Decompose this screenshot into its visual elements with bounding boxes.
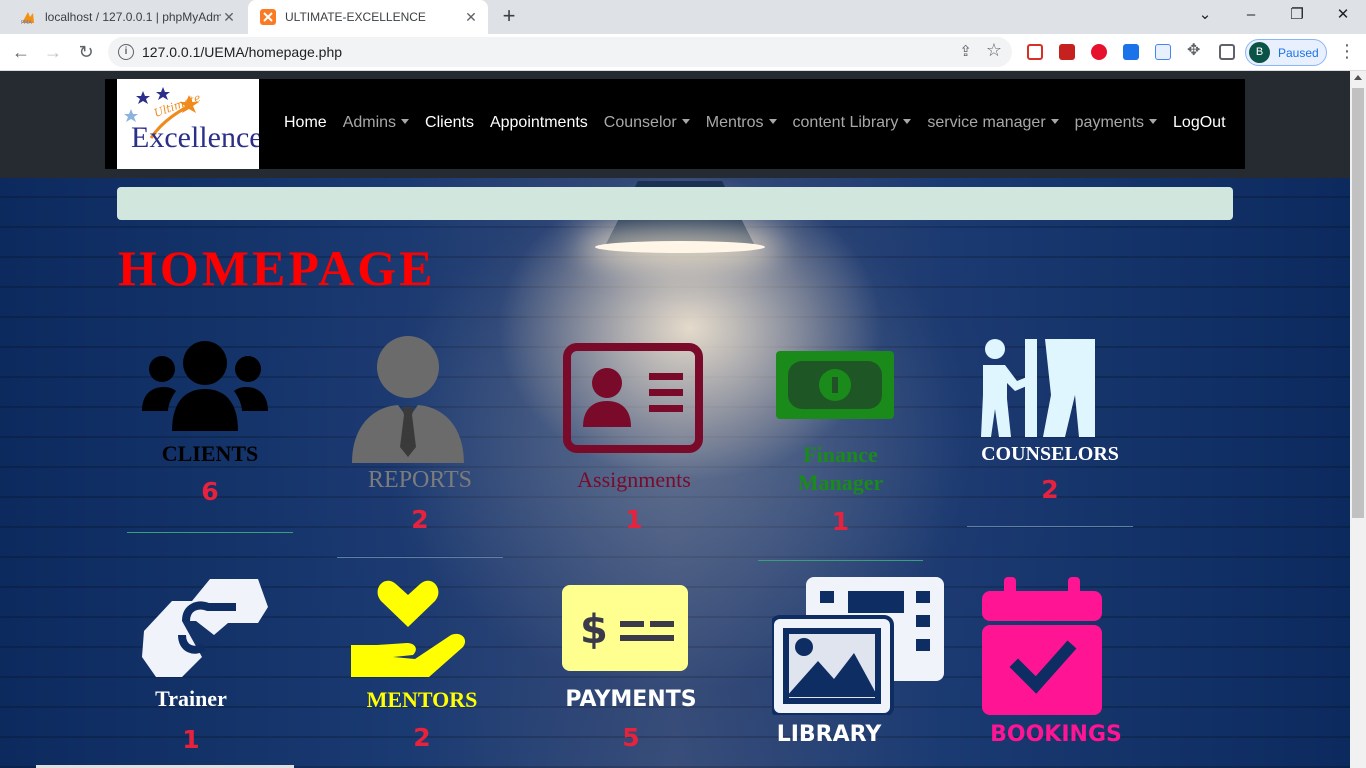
xampp-favicon-icon xyxy=(260,9,276,25)
nav-logout[interactable]: LogOut xyxy=(1173,114,1225,132)
scrollbar-thumb[interactable] xyxy=(1352,88,1364,518)
card-counselors[interactable]: COUNSELORS 2 xyxy=(967,335,1133,535)
nav-service-manager-dropdown[interactable]: service manager xyxy=(927,114,1058,132)
todoist-extension-icon[interactable] xyxy=(1027,44,1043,60)
card-divider xyxy=(758,560,923,561)
card-reports[interactable]: REPORTS 2 xyxy=(337,335,503,560)
person-booth-icon xyxy=(981,339,1095,437)
card-label: COUNSELORS xyxy=(981,443,1119,465)
google-extension-icon[interactable] xyxy=(1155,44,1171,60)
nav-admins-dropdown[interactable]: Admins xyxy=(343,114,409,132)
nav-appointments[interactable]: Appointments xyxy=(490,114,588,132)
reload-button[interactable]: ↻ xyxy=(74,40,98,64)
url-text[interactable]: 127.0.0.1/UEMA/homepage.php xyxy=(142,44,342,60)
nav-counselor-dropdown[interactable]: Counselor xyxy=(604,114,690,132)
nav-clients[interactable]: Clients xyxy=(425,114,474,132)
card-count: 1 xyxy=(625,505,643,534)
opera-extension-icon[interactable] xyxy=(1091,44,1107,60)
card-count: 2 xyxy=(411,505,429,534)
tab-title: ULTIMATE-EXCELLENCE xyxy=(285,10,426,24)
card-label: LIBRARY xyxy=(776,722,882,747)
side-panel-icon[interactable] xyxy=(1219,44,1235,60)
nav-home[interactable]: Home xyxy=(284,114,327,132)
card-label: PAYMENTS xyxy=(565,687,697,712)
tab-title: localhost / 127.0.0.1 | phpMyAdmin xyxy=(45,10,221,24)
card-payments[interactable]: $ PAYMENTS 5 xyxy=(548,583,714,768)
browser-toolbar: ← → ↻ i 127.0.0.1/UEMA/homepage.php ⇪ ☆ … xyxy=(0,34,1366,71)
user-tie-icon xyxy=(352,336,464,463)
back-button[interactable]: ← xyxy=(9,40,33,64)
card-label: CLIENTS xyxy=(161,441,259,466)
card-divider xyxy=(967,526,1133,527)
page-viewport: Ultimate Excellence Home Admins Clients … xyxy=(0,71,1366,768)
calendar-check-icon xyxy=(982,577,1102,715)
svg-text:$: $ xyxy=(580,607,608,653)
card-divider xyxy=(337,557,503,558)
card-count: 5 xyxy=(622,723,640,752)
card-library[interactable]: LIBRARY xyxy=(760,577,950,768)
card-label: REPORTS xyxy=(368,467,472,493)
close-tab-icon[interactable]: ✕ xyxy=(222,10,236,24)
photo-film-icon xyxy=(772,577,944,715)
restore-button[interactable]: ❐ xyxy=(1274,0,1320,32)
tab-search-icon[interactable]: ⌄ xyxy=(1182,0,1228,32)
nav-mentros-dropdown[interactable]: Mentros xyxy=(706,114,777,132)
forward-button[interactable]: → xyxy=(41,40,65,64)
close-tab-icon[interactable]: ✕ xyxy=(464,10,478,24)
nav-content-library-dropdown[interactable]: content Library xyxy=(793,114,912,132)
page-scrollbar[interactable] xyxy=(1350,71,1366,768)
card-bookings[interactable]: BOOKINGS xyxy=(968,577,1140,768)
users-group-icon xyxy=(142,341,268,431)
avatar: B xyxy=(1249,42,1270,63)
card-label: BOOKINGS xyxy=(990,722,1122,747)
card-trainer[interactable]: Trainer 1 xyxy=(108,577,274,767)
scroll-up-icon[interactable] xyxy=(1354,75,1362,80)
nav-links: Home Admins Clients Appointments Counsel… xyxy=(284,114,1242,132)
s-extension-icon[interactable] xyxy=(1123,44,1139,60)
money-bill-icon xyxy=(776,351,894,419)
tab-ultimate-excellence[interactable]: ULTIMATE-EXCELLENCE ✕ xyxy=(248,0,488,34)
alert-bar xyxy=(117,187,1233,220)
card-count: 2 xyxy=(1041,475,1059,504)
site-logo[interactable]: Ultimate Excellence xyxy=(117,79,259,169)
minimize-button[interactable]: – xyxy=(1228,0,1274,32)
logo-word: Excellence xyxy=(131,121,259,154)
card-count: 1 xyxy=(831,507,850,536)
nav-payments-dropdown[interactable]: payments xyxy=(1075,114,1157,132)
card-divider xyxy=(127,532,293,533)
lamp-glow xyxy=(595,241,765,253)
card-assignments[interactable]: Assignments 1 xyxy=(549,343,719,543)
bookmark-star-icon[interactable]: ☆ xyxy=(986,40,1002,61)
new-tab-button[interactable]: + xyxy=(498,5,520,28)
menu-kebab-icon[interactable]: ⋮ xyxy=(1338,42,1356,60)
card-count: 2 xyxy=(413,723,431,752)
media-extension-icon[interactable] xyxy=(1059,44,1075,60)
page-title: HOMEPAGE xyxy=(118,240,436,296)
tab-strip: PMA localhost / 127.0.0.1 | phpMyAdmin ✕… xyxy=(0,0,1366,34)
money-check-dollar-icon: $ xyxy=(562,585,688,671)
card-count: 1 xyxy=(182,725,200,754)
card-mentors[interactable]: MENTORS 2 xyxy=(339,577,505,767)
card-label: MENTORS xyxy=(366,687,478,712)
phpmyadmin-favicon-icon: PMA xyxy=(21,12,34,25)
id-card-icon xyxy=(563,343,703,453)
profile-button[interactable]: B Paused xyxy=(1245,39,1327,66)
card-clients[interactable]: CLIENTS 6 xyxy=(127,339,293,539)
card-count: 6 xyxy=(201,477,219,506)
svg-text:PMA: PMA xyxy=(21,20,32,25)
hand-holding-heart-icon xyxy=(351,580,466,677)
site-info-icon[interactable]: i xyxy=(118,44,134,60)
card-label: Assignments xyxy=(577,467,691,492)
handshake-icon xyxy=(142,579,268,677)
card-label: Finance Manager xyxy=(797,442,884,495)
share-icon[interactable]: ⇪ xyxy=(959,42,972,60)
extensions-puzzle-icon[interactable]: ✥ xyxy=(1187,43,1203,59)
card-label: Trainer xyxy=(155,686,227,711)
address-bar[interactable]: i 127.0.0.1/UEMA/homepage.php ⇪ ☆ xyxy=(108,37,1012,67)
close-window-button[interactable]: ✕ xyxy=(1320,0,1366,32)
tab-phpmyadmin[interactable]: PMA localhost / 127.0.0.1 | phpMyAdmin ✕ xyxy=(8,0,246,34)
profile-status: Paused xyxy=(1278,46,1319,60)
site-navbar: Ultimate Excellence Home Admins Clients … xyxy=(105,79,1245,169)
card-finance-manager[interactable]: Finance Manager 1 xyxy=(758,347,923,562)
